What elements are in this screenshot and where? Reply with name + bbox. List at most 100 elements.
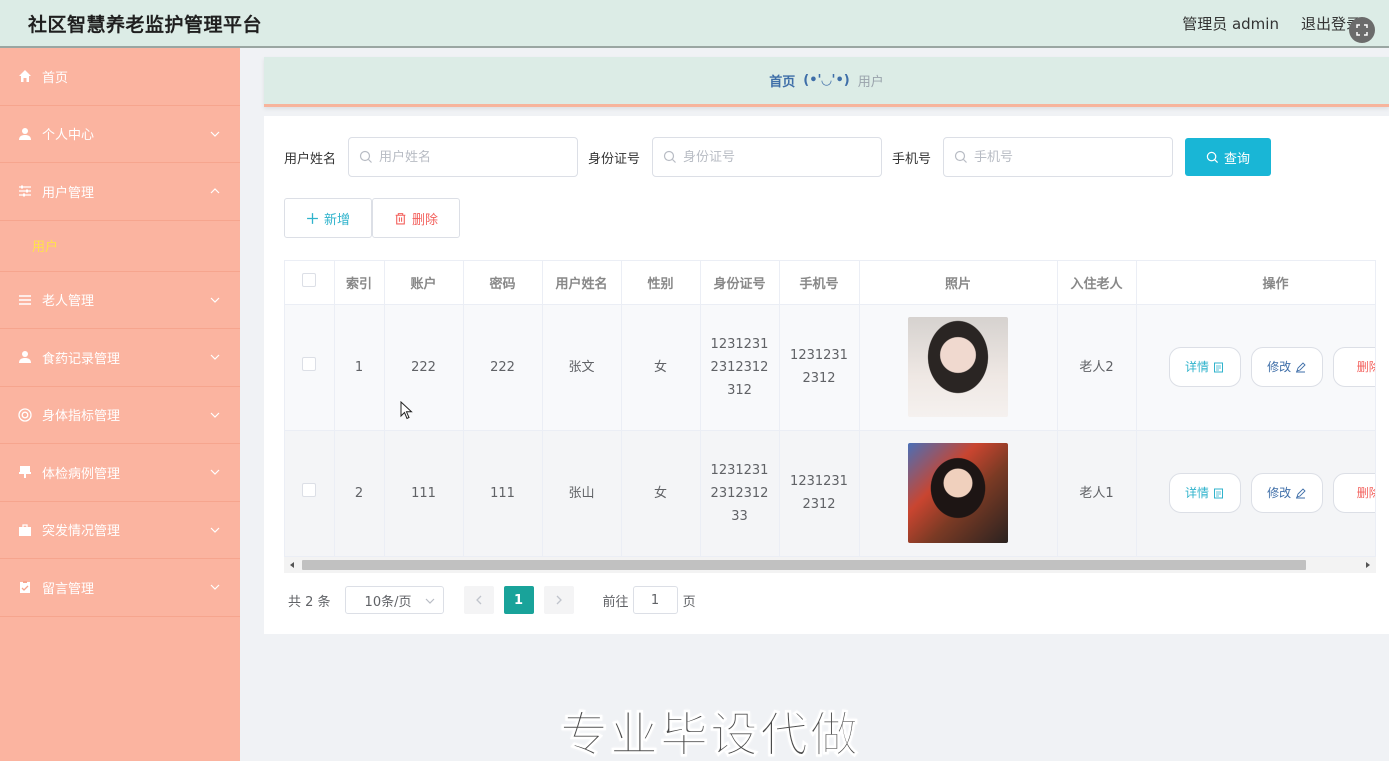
search-icon bbox=[359, 150, 372, 163]
breadcrumb-separator: (•'◡'•) bbox=[803, 73, 850, 88]
screenshot-overlay-icon[interactable] bbox=[1349, 17, 1375, 43]
clipboard-icon bbox=[17, 579, 33, 595]
prev-page-button[interactable] bbox=[463, 586, 494, 614]
name-label: 用户姓名 bbox=[284, 151, 337, 167]
column-header[interactable]: 账户 bbox=[384, 261, 464, 305]
account-cell: 111 bbox=[384, 430, 464, 557]
sidebar-item-user-management[interactable]: 用户管理 bbox=[0, 163, 240, 221]
sidebar-item-emergency[interactable]: 突发情况管理 bbox=[0, 502, 240, 559]
document-icon bbox=[1214, 362, 1223, 372]
admin-user-label: 管理员 admin bbox=[1182, 14, 1279, 33]
column-header[interactable]: 密码 bbox=[463, 261, 543, 305]
row-checkbox[interactable] bbox=[302, 482, 317, 497]
page-size-select[interactable]: 10条/页 bbox=[344, 586, 444, 614]
row-delete-button[interactable]: 删除 bbox=[1332, 347, 1375, 387]
page-size-value: 10条/页 bbox=[364, 594, 412, 610]
next-page-button[interactable] bbox=[543, 586, 574, 614]
name-search-input[interactable] bbox=[379, 149, 570, 165]
batch-delete-button[interactable]: 删除 bbox=[372, 198, 460, 238]
column-header[interactable]: 用户姓名 bbox=[542, 261, 622, 305]
toolbar: 新增 删除 bbox=[284, 198, 460, 238]
mouse-cursor-icon bbox=[400, 401, 413, 420]
sidebar-item-home[interactable]: 首页 bbox=[0, 48, 240, 106]
sidebar-item-checkup-cases[interactable]: 体检病例管理 bbox=[0, 444, 240, 502]
header-user-area: 管理员 admin 退出登录 bbox=[1182, 13, 1361, 34]
edit-button[interactable]: 修改 bbox=[1250, 347, 1323, 387]
query-button[interactable]: 查询 bbox=[1185, 138, 1272, 176]
table-row[interactable]: 1 222 222 张文 女 12312312312312312 1231231… bbox=[285, 304, 1375, 431]
goto-page-input[interactable]: 1 bbox=[632, 586, 678, 614]
chevron-down-icon bbox=[210, 469, 220, 476]
sidebar-item-elder-management[interactable]: 老人管理 bbox=[0, 272, 240, 329]
page-number-active[interactable]: 1 bbox=[503, 586, 534, 614]
chevron-down-icon bbox=[210, 354, 220, 361]
row-select-cell[interactable] bbox=[285, 304, 335, 431]
password-cell: 111 bbox=[463, 430, 543, 557]
id-card-search-input[interactable] bbox=[683, 149, 874, 165]
edit-button[interactable]: 修改 bbox=[1250, 473, 1323, 513]
chevron-right-icon bbox=[556, 595, 562, 605]
row-checkbox[interactable] bbox=[302, 356, 317, 371]
detail-button[interactable]: 详情 bbox=[1168, 473, 1241, 513]
sidebar-item-messages[interactable]: 留言管理 bbox=[0, 559, 240, 617]
app-title: 社区智慧养老监护管理平台 bbox=[28, 13, 263, 36]
column-header[interactable]: 身份证号 bbox=[700, 261, 780, 305]
index-cell: 1 bbox=[334, 304, 385, 431]
gender-cell: 女 bbox=[621, 304, 701, 431]
scroll-left-icon[interactable] bbox=[287, 560, 297, 570]
table-horizontal-scrollbar[interactable] bbox=[284, 557, 1376, 573]
row-select-cell[interactable] bbox=[285, 430, 335, 557]
detail-button-label: 详情 bbox=[1184, 359, 1209, 374]
select-all-checkbox[interactable] bbox=[302, 273, 317, 288]
column-header[interactable]: 操作 bbox=[1136, 261, 1375, 305]
table-row[interactable]: 2 111 111 张山 女 1231231231231233 12312312… bbox=[285, 430, 1375, 557]
row-delete-button[interactable]: 删除 bbox=[1332, 473, 1375, 513]
gender-cell: 女 bbox=[621, 430, 701, 557]
edit-button-label: 修改 bbox=[1267, 485, 1292, 500]
page-suffix-label: 页 bbox=[682, 594, 696, 610]
plus-icon bbox=[307, 212, 318, 224]
chevron-left-icon bbox=[475, 595, 482, 605]
add-button[interactable]: 新增 bbox=[284, 198, 372, 238]
chevron-down-icon bbox=[210, 297, 220, 303]
briefcase-icon bbox=[17, 522, 33, 538]
column-header[interactable]: 索引 bbox=[334, 261, 385, 305]
id-card-search-field[interactable] bbox=[652, 137, 883, 177]
trash-icon bbox=[395, 212, 406, 224]
sidebar-subitem-label: 用户 bbox=[32, 240, 59, 255]
id-card-cell: 12312312312312312 bbox=[700, 304, 780, 431]
sidebar-item-body-indicators[interactable]: 身体指标管理 bbox=[0, 387, 240, 444]
chevron-down-icon bbox=[425, 598, 434, 604]
user-photo[interactable] bbox=[908, 443, 1008, 543]
breadcrumb: 首页 (•'◡'•) 用户 bbox=[264, 57, 1389, 107]
chevron-down-icon bbox=[210, 412, 220, 418]
elder-cell: 老人2 bbox=[1057, 304, 1137, 431]
scrollbar-thumb[interactable] bbox=[302, 560, 1306, 570]
column-header[interactable]: 照片 bbox=[859, 261, 1058, 305]
breadcrumb-current: 用户 bbox=[857, 75, 884, 90]
sidebar-item-label: 老人管理 bbox=[42, 294, 95, 310]
id-card-cell: 1231231231231233 bbox=[700, 430, 780, 557]
sidebar-item-label: 体检病例管理 bbox=[42, 466, 121, 482]
phone-search-field[interactable] bbox=[943, 137, 1174, 177]
sidebar-subitem-user[interactable]: 用户 bbox=[0, 221, 240, 272]
stamp-icon bbox=[17, 464, 33, 480]
detail-button-label: 详情 bbox=[1184, 485, 1209, 500]
phone-search-input[interactable] bbox=[974, 149, 1165, 165]
query-button-label: 查询 bbox=[1224, 151, 1251, 167]
add-button-label: 新增 bbox=[323, 212, 350, 228]
breadcrumb-home[interactable]: 首页 bbox=[769, 71, 795, 90]
user-photo[interactable] bbox=[908, 317, 1008, 417]
sidebar-item-food-medicine[interactable]: 食药记录管理 bbox=[0, 329, 240, 387]
column-header[interactable]: 性别 bbox=[621, 261, 701, 305]
sidebar-item-personal-center[interactable]: 个人中心 bbox=[0, 106, 240, 163]
pagination-total: 共 2 条 bbox=[288, 594, 331, 610]
select-all-cell[interactable] bbox=[285, 261, 335, 305]
scroll-right-icon[interactable] bbox=[1363, 560, 1373, 570]
column-header[interactable]: 入住老人 bbox=[1057, 261, 1137, 305]
phone-cell: 12312312312 bbox=[779, 430, 860, 557]
detail-button[interactable]: 详情 bbox=[1168, 347, 1241, 387]
name-search-field[interactable] bbox=[348, 137, 579, 177]
column-header[interactable]: 手机号 bbox=[779, 261, 860, 305]
list-icon bbox=[17, 292, 33, 308]
